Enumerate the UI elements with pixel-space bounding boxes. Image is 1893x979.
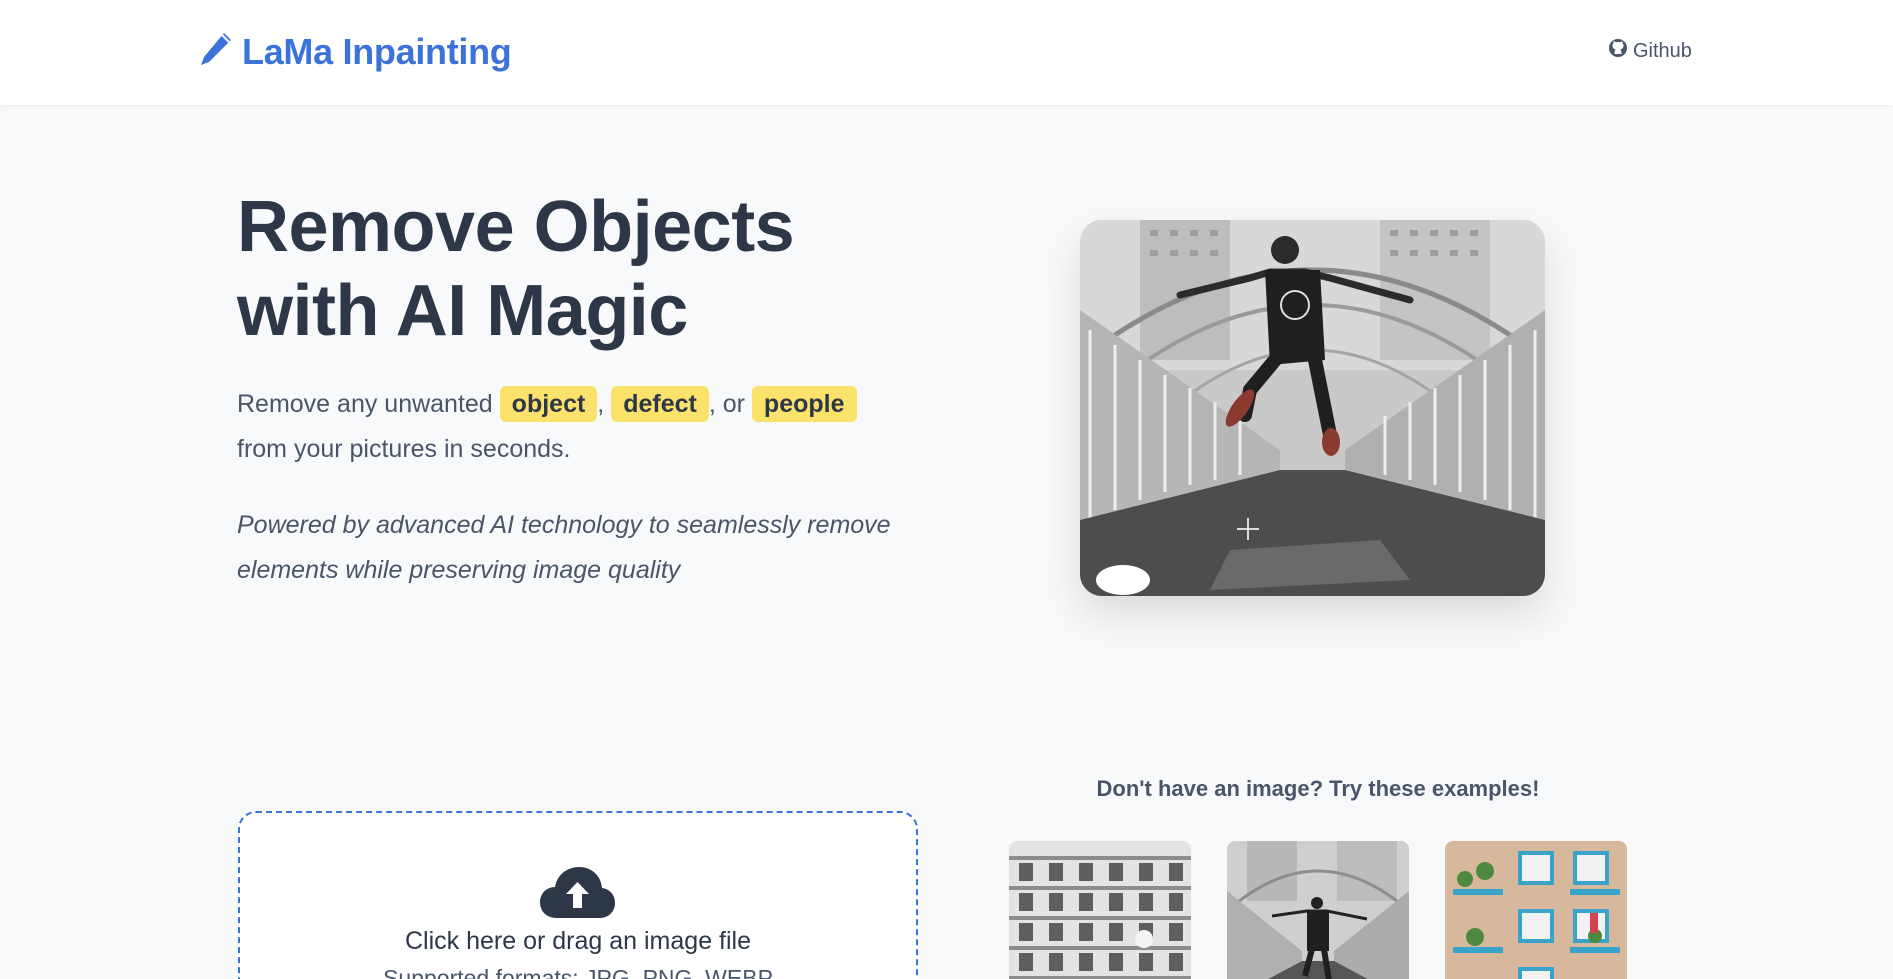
- upload-formats: Supported formats: JPG, PNG, WEBP: [383, 965, 773, 979]
- cloud-upload-icon: [539, 864, 616, 920]
- hero-title: Remove Objects with AI Magic: [237, 187, 795, 351]
- highlight-people: people: [751, 386, 857, 422]
- example-thumbnail-building[interactable]: [1009, 841, 1191, 979]
- github-label: Github: [1633, 39, 1692, 62]
- subtitle-suffix: from your pictures in seconds.: [237, 435, 571, 463]
- subtitle-prefix: Remove any unwanted: [237, 390, 493, 418]
- example-thumbnail-windows[interactable]: [1445, 841, 1627, 979]
- logo-link[interactable]: LaMa Inpainting: [198, 30, 512, 73]
- crosshair-cursor: [1237, 518, 1259, 540]
- github-link[interactable]: Github: [1608, 38, 1692, 64]
- pencil-icon: [198, 30, 234, 73]
- highlight-defect: defect: [611, 386, 709, 422]
- hero-note: Powered by advanced AI technology to sea…: [237, 511, 891, 584]
- upload-instruction: Click here or drag an image file: [405, 927, 751, 955]
- github-icon: [1608, 38, 1628, 64]
- hero-demo-image: [1080, 220, 1545, 596]
- top-navbar: LaMa Inpainting Github: [0, 0, 1893, 105]
- highlight-object: object: [499, 386, 598, 422]
- hero-subtitle: Remove any unwanted object, defect, or p…: [237, 382, 917, 472]
- examples-title: Don't have an image? Try these examples!: [1096, 776, 1540, 801]
- logo-text: LaMa Inpainting: [242, 30, 512, 72]
- subtitle-separator: , or: [708, 390, 745, 418]
- subtitle-separator: ,: [597, 390, 605, 418]
- example-thumbnail-bridge[interactable]: [1227, 841, 1409, 979]
